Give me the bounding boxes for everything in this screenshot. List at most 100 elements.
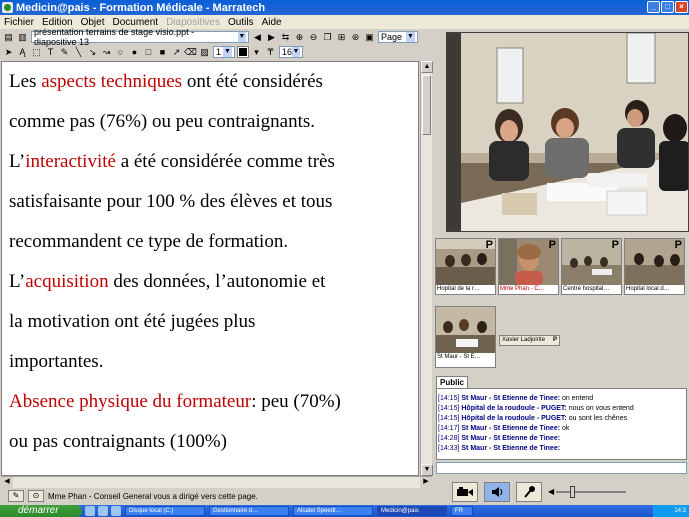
next-slide-icon[interactable]: ▶ bbox=[266, 32, 277, 43]
rectangle-select-icon[interactable]: ⬚ bbox=[31, 47, 42, 58]
arrow-icon[interactable]: ↗ bbox=[171, 47, 182, 58]
scroll-left-icon[interactable]: ◀ bbox=[1, 477, 13, 488]
zoom-in-icon[interactable]: ⊕ bbox=[294, 32, 305, 43]
language-indicator[interactable]: FR bbox=[451, 506, 473, 516]
image-icon[interactable]: ▨ bbox=[199, 47, 210, 58]
start-button[interactable]: démarrer bbox=[0, 505, 82, 517]
camera-button[interactable] bbox=[452, 482, 478, 502]
pointer-icon[interactable]: ➤ bbox=[3, 47, 14, 58]
chevron-down-icon[interactable]: ▾ bbox=[251, 47, 262, 58]
participant-tile[interactable]: Centre hospital… P bbox=[561, 238, 622, 295]
drawing-toolbar: ➤ Ą ⬚ T ✎ ╲ ↘ ↝ ○ ● □ ■ ↗ ⌫ ▨ 1 ▼ ▾ ₸ 16… bbox=[0, 44, 430, 60]
quicklaunch-icon[interactable] bbox=[98, 506, 108, 516]
app-icon bbox=[2, 2, 13, 13]
copy-icon[interactable]: ❐ bbox=[322, 32, 333, 43]
slide-line: ou pas contraignants (100%) bbox=[2, 422, 418, 462]
quicklaunch-icon[interactable] bbox=[111, 506, 121, 516]
system-tray-clock[interactable]: 14:3 bbox=[653, 505, 689, 517]
follow-icon[interactable]: ⊙ bbox=[28, 490, 44, 502]
arrow-line-icon[interactable]: ↘ bbox=[87, 47, 98, 58]
participant-tile[interactable]: Hopital de la r… P bbox=[435, 238, 496, 295]
presenter-flag: P bbox=[674, 239, 682, 251]
minimize-button[interactable]: _ bbox=[647, 1, 660, 13]
menu-objet[interactable]: Objet bbox=[77, 17, 109, 28]
slide-canvas[interactable]: Les aspects techniques ont été considéré… bbox=[1, 61, 419, 476]
chat-input[interactable] bbox=[436, 462, 687, 474]
volume-track bbox=[556, 491, 626, 493]
font-size-select[interactable]: 16 ▼ bbox=[279, 46, 303, 58]
volume-knob[interactable] bbox=[570, 486, 575, 498]
chat-sender: St Maur - St Etienne de Tinee: bbox=[461, 425, 561, 432]
close-button[interactable]: × bbox=[675, 1, 688, 13]
taskbar-item[interactable]: Alcatel Speedt… bbox=[293, 506, 373, 516]
scroll-down-icon[interactable]: ▼ bbox=[421, 464, 433, 476]
presenter-flag: P bbox=[548, 239, 556, 251]
main-video[interactable] bbox=[446, 32, 689, 232]
chat-log[interactable]: [14:15] St Maur - St Etienne de Tinee: o… bbox=[436, 388, 687, 460]
microphone-button[interactable] bbox=[516, 482, 542, 502]
participant-tile[interactable]: Hopital local d… P bbox=[624, 238, 685, 295]
slide-text: ont été considérés bbox=[182, 71, 323, 92]
chevron-down-icon: ▼ bbox=[406, 32, 415, 42]
chat-panel: Public [14:15] St Maur - St Etienne de T… bbox=[434, 374, 689, 478]
chat-timestamp: [14:15] bbox=[438, 405, 460, 412]
participant-label: St Maur - St E… bbox=[436, 353, 495, 362]
menu-edition[interactable]: Edition bbox=[38, 17, 77, 28]
slide-highlight-text: Absence physique du formateur bbox=[9, 391, 252, 412]
speaker-icon bbox=[492, 487, 503, 497]
rectangle-fill-icon[interactable]: ■ bbox=[157, 47, 168, 58]
presenter-flag: P bbox=[485, 239, 493, 251]
participant-name-only[interactable]: Xavier Ladjointe P bbox=[499, 335, 560, 346]
ellipse-outline-icon[interactable]: ○ bbox=[115, 47, 126, 58]
view-select[interactable]: Page ▼ bbox=[378, 31, 418, 43]
document-select[interactable]: présentation terrains de stage visio.ppt… bbox=[31, 27, 249, 47]
eraser-icon[interactable]: ⌫ bbox=[184, 47, 197, 58]
chat-text: ok bbox=[560, 425, 570, 432]
vertical-scrollbar[interactable]: ▲ ▼ bbox=[420, 61, 433, 476]
new-page-icon[interactable]: ▤ bbox=[3, 32, 14, 43]
zoom-out-icon[interactable]: ⊖ bbox=[308, 32, 319, 43]
text-tool-icon[interactable]: Ą bbox=[17, 47, 28, 58]
sync-icon[interactable]: ⇆ bbox=[280, 32, 291, 43]
maximize-button[interactable]: □ bbox=[661, 1, 674, 13]
participant-tile[interactable]: St Maur - St E… bbox=[435, 306, 496, 368]
chat-timestamp: [14:28] bbox=[438, 435, 460, 442]
color-swatch-icon[interactable] bbox=[237, 46, 249, 58]
menu-document[interactable]: Document bbox=[109, 17, 163, 28]
chat-message: [14:17] St Maur - St Etienne de Tinee: o… bbox=[438, 424, 685, 434]
rectangle-outline-icon[interactable]: □ bbox=[143, 47, 154, 58]
line-icon[interactable]: ╲ bbox=[73, 47, 84, 58]
title-bar[interactable]: Medicin@pais - Formation Médicale - Marr… bbox=[0, 0, 689, 15]
pen-icon[interactable]: ✎ bbox=[59, 47, 70, 58]
slide-text: comme pas (76%) ou peu contraignants. bbox=[9, 111, 316, 132]
target-icon[interactable]: ⊛ bbox=[350, 32, 361, 43]
menu-fichier[interactable]: Fichier bbox=[0, 17, 38, 28]
edit-icon[interactable]: ✎ bbox=[8, 490, 24, 502]
scroll-thumb[interactable] bbox=[422, 75, 431, 135]
menu-diapositives: Diapositives bbox=[166, 16, 220, 28]
scroll-right-icon[interactable]: ▶ bbox=[420, 477, 432, 488]
menu-outils[interactable]: Outils bbox=[224, 17, 258, 28]
curve-icon[interactable]: ↝ bbox=[101, 47, 112, 58]
menu-aide[interactable]: Aide bbox=[258, 17, 286, 28]
tab-public[interactable]: Public bbox=[436, 376, 468, 388]
ellipse-fill-icon[interactable]: ● bbox=[129, 47, 140, 58]
taskbar-item[interactable]: Gestionnaire d… bbox=[209, 506, 289, 516]
scroll-up-icon[interactable]: ▲ bbox=[421, 61, 433, 73]
chat-message: [14:33] St Maur - St Etienne de Tinee: bbox=[438, 444, 685, 454]
taskbar-item[interactable]: Disque local (C:) bbox=[125, 506, 205, 516]
line-width-select[interactable]: 1 ▼ bbox=[213, 46, 235, 58]
quicklaunch-icon[interactable] bbox=[85, 506, 95, 516]
presenter-flag: P bbox=[552, 337, 557, 343]
taskbar-item[interactable]: Medicin@pais bbox=[377, 506, 447, 516]
open-icon[interactable]: ▥ bbox=[17, 32, 28, 43]
status-bar: ✎ ⊙ Mme Phan - Conseil General vous a di… bbox=[0, 489, 430, 503]
participant-tile[interactable]: Mme Phan - C… P bbox=[498, 238, 559, 295]
speaker-button[interactable] bbox=[484, 482, 510, 502]
page-view-icon[interactable]: ▣ bbox=[364, 32, 375, 43]
previous-slide-icon[interactable]: ◀ bbox=[252, 32, 263, 43]
fit-icon[interactable]: ⊞ bbox=[336, 32, 347, 43]
horizontal-scrollbar[interactable]: ◀ ▶ bbox=[1, 476, 432, 488]
text-icon[interactable]: T bbox=[45, 47, 56, 58]
volume-slider[interactable]: ◀ bbox=[548, 485, 628, 499]
